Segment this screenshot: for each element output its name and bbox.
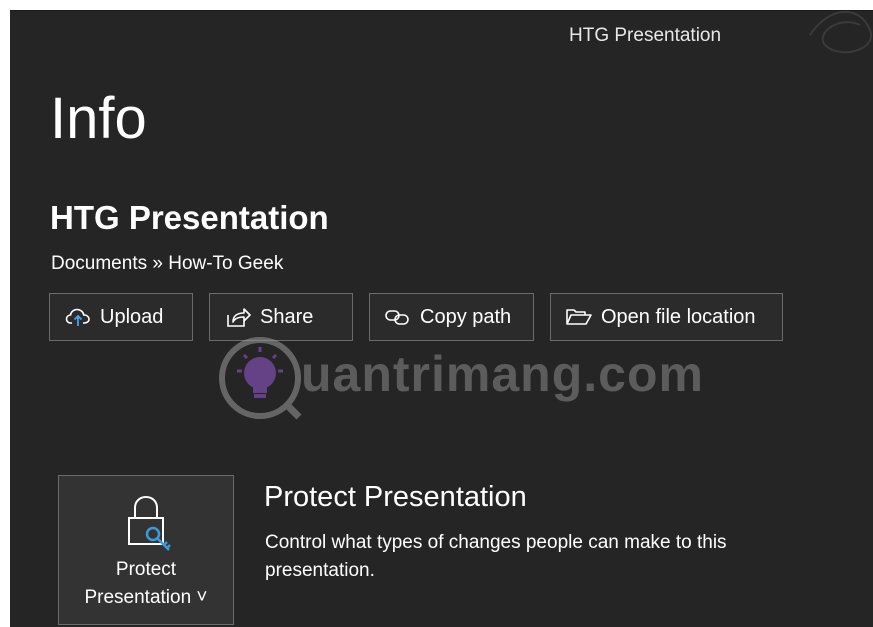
upload-button[interactable]: Upload	[49, 293, 193, 341]
protect-tile-label: Protect Presentation ˅	[59, 556, 233, 612]
title-decoration-icon	[809, 11, 873, 54]
title-bar: HTG Presentation	[10, 11, 873, 59]
protect-section-description: Control what types of changes people can…	[265, 532, 727, 581]
protect-tile-line2: Presentation ˅	[84, 587, 208, 608]
lock-key-icon	[128, 495, 171, 551]
page-title: Info	[50, 86, 147, 151]
folder-open-icon	[565, 305, 593, 329]
upload-label: Upload	[100, 305, 164, 328]
cloud-upload-icon	[64, 305, 92, 329]
share-label: Share	[260, 305, 314, 328]
link-icon	[384, 305, 412, 329]
lightbulb-logo-icon	[219, 337, 302, 420]
document-title: HTG Presentation	[569, 25, 722, 46]
protect-presentation-button[interactable]: Protect Presentation ˅	[58, 475, 234, 625]
watermark-text: uantrimang.com	[301, 346, 704, 402]
copy-path-label: Copy path	[420, 305, 512, 328]
open-file-location-label: Open file location	[601, 305, 756, 328]
protect-section-title: Protect Presentation	[264, 481, 527, 513]
share-icon	[224, 305, 252, 329]
breadcrumb[interactable]: Documents » How-To Geek	[51, 253, 283, 275]
file-name: HTG Presentation	[50, 199, 329, 236]
watermark: uantrimang.com	[215, 333, 735, 423]
backstage-window: HTG Presentation Info HTG Presentation D…	[10, 10, 873, 627]
protect-tile-line1: Protect	[115, 559, 177, 580]
